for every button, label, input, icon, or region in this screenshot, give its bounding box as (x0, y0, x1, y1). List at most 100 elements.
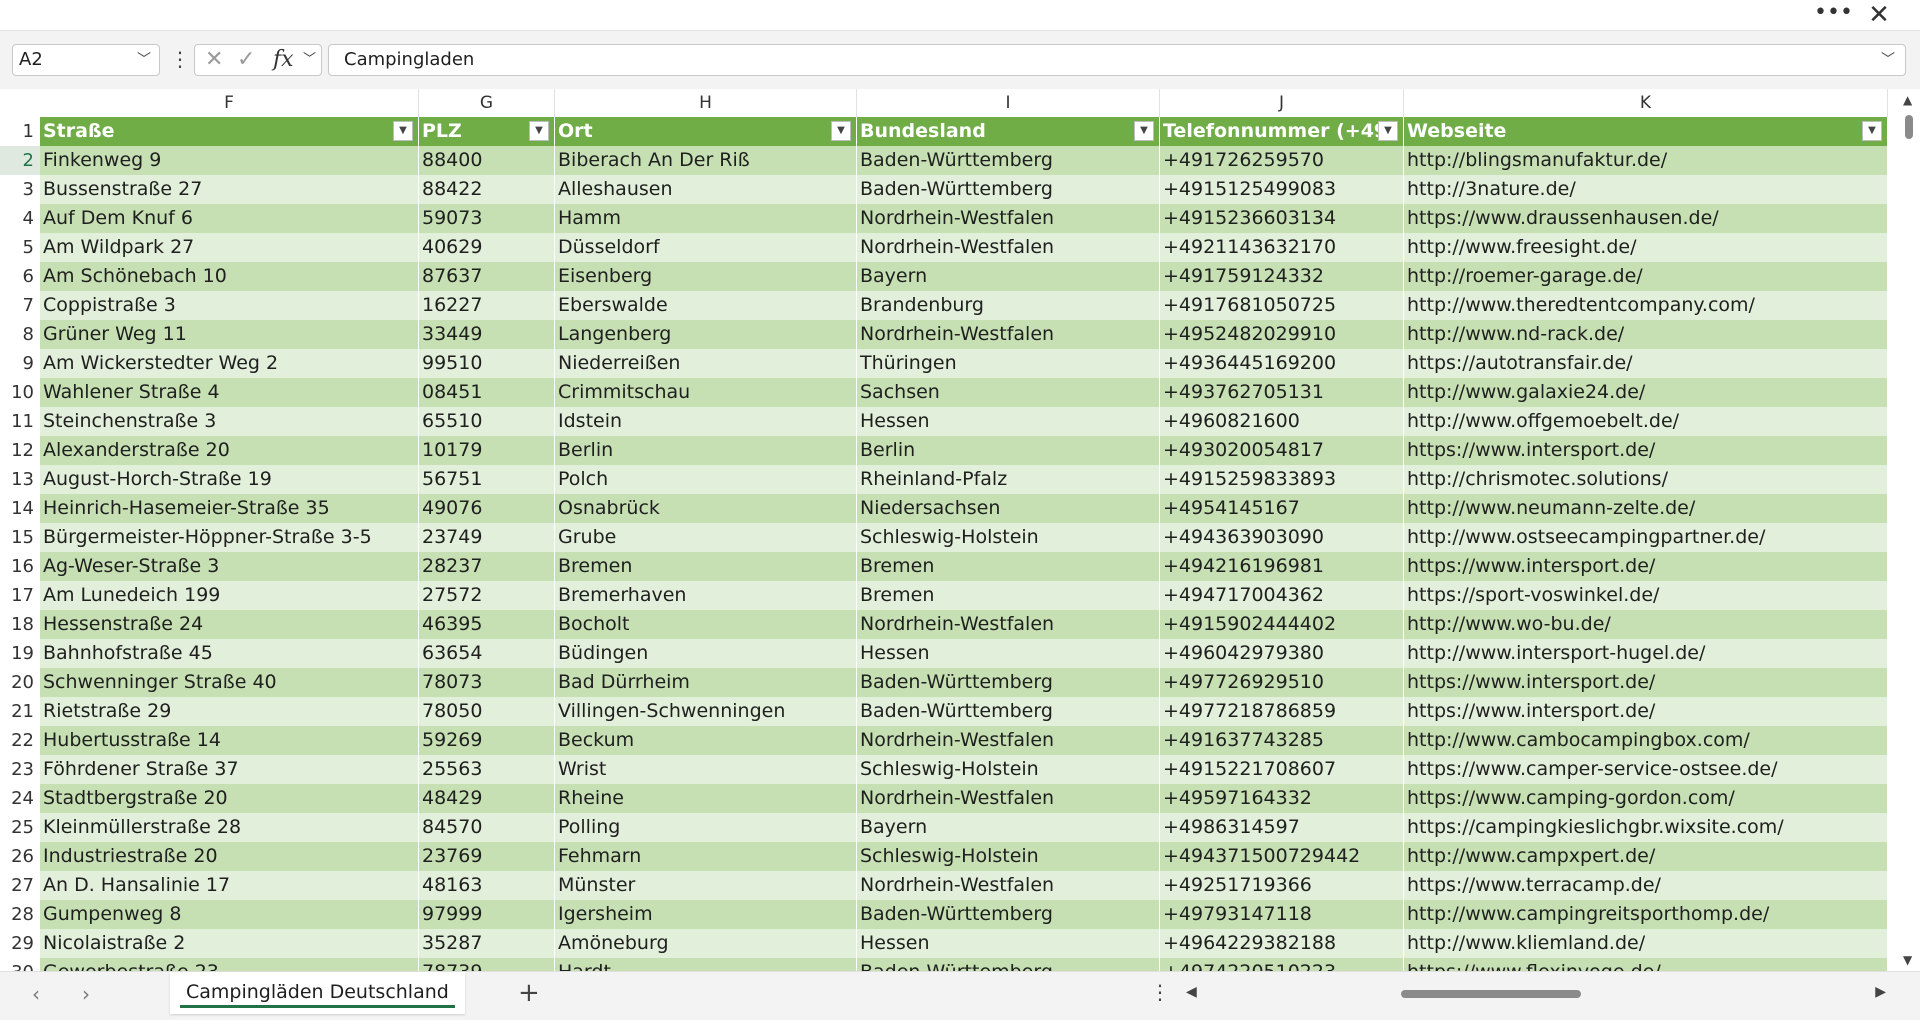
table-cell[interactable]: Büdingen (555, 639, 857, 668)
scroll-up-icon[interactable]: ▲ (1903, 93, 1912, 107)
table-cell[interactable]: Polling (555, 813, 857, 842)
table-cell[interactable]: Fehmarn (555, 842, 857, 871)
table-cell[interactable]: http://3nature.de/ (1404, 175, 1888, 204)
table-cell[interactable]: +4921143632170 (1160, 233, 1404, 262)
table-cell[interactable]: +491637743285 (1160, 726, 1404, 755)
table-cell[interactable]: https://sport-voswinkel.de/ (1404, 581, 1888, 610)
table-cell[interactable]: http://www.kliemland.de/ (1404, 929, 1888, 958)
table-cell[interactable]: Bayern (857, 813, 1160, 842)
table-cell[interactable]: An D. Hansalinie 17 (40, 871, 419, 900)
table-cell[interactable]: Schleswig-Holstein (857, 842, 1160, 871)
table-cell[interactable]: Alexanderstraße 20 (40, 436, 419, 465)
table-cell[interactable]: http://www.campingreitsporthomp.de/ (1404, 900, 1888, 929)
table-cell[interactable]: Bahnhofstraße 45 (40, 639, 419, 668)
table-cell[interactable]: +4977218786859 (1160, 697, 1404, 726)
table-cell[interactable]: 33449 (419, 320, 555, 349)
table-cell[interactable]: Nicolaistraße 2 (40, 929, 419, 958)
table-cell[interactable]: Igersheim (555, 900, 857, 929)
table-cell[interactable]: +4915236603134 (1160, 204, 1404, 233)
header-cell[interactable]: Telefonnummer (+49) (1160, 117, 1404, 146)
row-header[interactable]: 2 (0, 146, 40, 175)
header-cell[interactable]: Ort (555, 117, 857, 146)
previous-sheet-icon[interactable]: ‹ (32, 982, 40, 1006)
row-header[interactable]: 10 (0, 378, 40, 407)
table-cell[interactable]: Nordrhein-Westfalen (857, 204, 1160, 233)
table-cell[interactable]: Bussenstraße 27 (40, 175, 419, 204)
table-cell[interactable]: +491759124332 (1160, 262, 1404, 291)
row-header[interactable]: 13 (0, 465, 40, 494)
table-cell[interactable]: +494363903090 (1160, 523, 1404, 552)
table-cell[interactable]: Baden-Württemberg (857, 146, 1160, 175)
table-cell[interactable]: http://www.intersport-hugel.de/ (1404, 639, 1888, 668)
table-cell[interactable]: Crimmitschau (555, 378, 857, 407)
table-cell[interactable]: +4917681050725 (1160, 291, 1404, 320)
table-cell[interactable]: Bayern (857, 262, 1160, 291)
table-cell[interactable]: +4915259833893 (1160, 465, 1404, 494)
table-cell[interactable]: 99510 (419, 349, 555, 378)
more-vertical-icon[interactable]: ⋮ (170, 45, 190, 75)
filter-dropdown-icon[interactable]: ▼ (831, 121, 851, 141)
more-options-icon[interactable]: ••• (1814, 2, 1853, 28)
table-cell[interactable]: Berlin (857, 436, 1160, 465)
insert-function-icon[interactable]: fx (273, 45, 294, 75)
row-header[interactable]: 11 (0, 407, 40, 436)
table-cell[interactable]: Wahlener Straße 4 (40, 378, 419, 407)
table-cell[interactable]: Biberach An Der Riß (555, 146, 857, 175)
table-cell[interactable]: Baden-Württemberg (857, 900, 1160, 929)
table-cell[interactable]: 27572 (419, 581, 555, 610)
table-cell[interactable]: 59073 (419, 204, 555, 233)
row-header[interactable]: 19 (0, 639, 40, 668)
table-cell[interactable]: Nordrhein-Westfalen (857, 784, 1160, 813)
table-cell[interactable]: 59269 (419, 726, 555, 755)
table-cell[interactable]: Auf Dem Knuf 6 (40, 204, 419, 233)
row-header[interactable]: 8 (0, 320, 40, 349)
table-cell[interactable]: +4952482029910 (1160, 320, 1404, 349)
table-cell[interactable]: +49793147118 (1160, 900, 1404, 929)
table-cell[interactable]: 78739 (419, 958, 555, 971)
table-cell[interactable]: +49251719366 (1160, 871, 1404, 900)
horizontal-scroll-thumb[interactable] (1401, 990, 1581, 998)
table-cell[interactable]: Idstein (555, 407, 857, 436)
table-cell[interactable]: http://www.freesight.de/ (1404, 233, 1888, 262)
table-cell[interactable]: Niedersachsen (857, 494, 1160, 523)
chevron-down-icon[interactable]: ﹀ (303, 45, 316, 75)
table-cell[interactable]: Rheine (555, 784, 857, 813)
table-cell[interactable]: +4915125499083 (1160, 175, 1404, 204)
table-cell[interactable]: Sachsen (857, 378, 1160, 407)
table-cell[interactable]: https://www.camping-gordon.com/ (1404, 784, 1888, 813)
row-header[interactable]: 25 (0, 813, 40, 842)
table-cell[interactable]: http://chrismotec.solutions/ (1404, 465, 1888, 494)
table-cell[interactable]: Föhrdener Straße 37 (40, 755, 419, 784)
table-cell[interactable]: Rheinland-Pfalz (857, 465, 1160, 494)
row-header[interactable]: 20 (0, 668, 40, 697)
scroll-right-icon[interactable]: ▶ (1875, 984, 1886, 1000)
table-cell[interactable]: Osnabrück (555, 494, 857, 523)
table-cell[interactable]: 84570 (419, 813, 555, 842)
table-cell[interactable]: Finkenweg 9 (40, 146, 419, 175)
table-cell[interactable]: Am Wickerstedter Weg 2 (40, 349, 419, 378)
more-vertical-icon[interactable]: ⋮ (1150, 980, 1170, 1004)
table-cell[interactable]: 78050 (419, 697, 555, 726)
table-cell[interactable]: 65510 (419, 407, 555, 436)
table-cell[interactable]: 97999 (419, 900, 555, 929)
row-header[interactable]: 1 (0, 117, 40, 146)
table-cell[interactable]: Niederreißen (555, 349, 857, 378)
table-cell[interactable]: Villingen-Schwenningen (555, 697, 857, 726)
table-cell[interactable]: Grüner Weg 11 (40, 320, 419, 349)
row-header[interactable]: 3 (0, 175, 40, 204)
row-header[interactable]: 29 (0, 929, 40, 958)
vertical-scrollbar[interactable]: ▲ ▼ (1898, 89, 1920, 971)
sheet-tab-campinglaeden[interactable]: Campingläden Deutschland (170, 972, 465, 1014)
confirm-icon[interactable]: ✓ (237, 45, 255, 75)
filter-dropdown-icon[interactable]: ▼ (1862, 121, 1882, 141)
table-cell[interactable]: 48163 (419, 871, 555, 900)
row-header[interactable]: 22 (0, 726, 40, 755)
table-cell[interactable]: Münster (555, 871, 857, 900)
table-cell[interactable]: 10179 (419, 436, 555, 465)
row-header[interactable]: 6 (0, 262, 40, 291)
table-cell[interactable]: Heinrich-Hasemeier-Straße 35 (40, 494, 419, 523)
table-cell[interactable]: +4974220510223 (1160, 958, 1404, 971)
table-cell[interactable]: Alleshausen (555, 175, 857, 204)
table-cell[interactable]: Baden-Württemberg (857, 175, 1160, 204)
table-cell[interactable]: 88400 (419, 146, 555, 175)
